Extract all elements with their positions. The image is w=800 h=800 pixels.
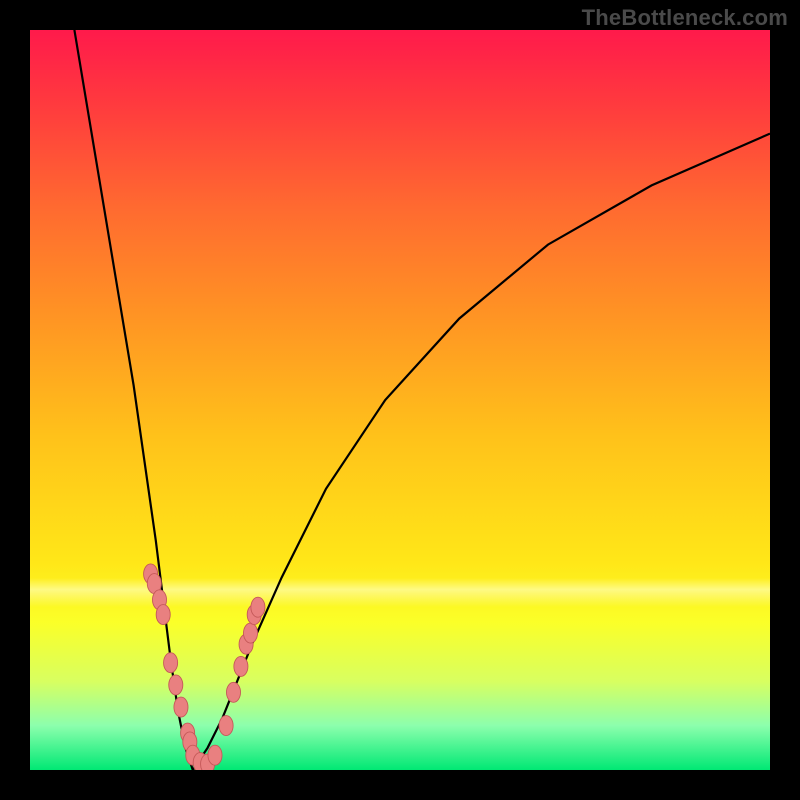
curve-svg [30,30,770,770]
plot-area [30,30,770,770]
data-point-markers [144,564,265,770]
data-point-marker [234,656,248,676]
data-point-marker [156,605,170,625]
data-point-marker [164,653,178,673]
deviation-curve [74,30,770,770]
data-point-marker [174,697,188,717]
data-point-marker [219,716,233,736]
bottleneck-curve [74,30,770,770]
data-point-marker [251,597,265,617]
data-point-marker [226,682,240,702]
chart-frame: TheBottleneck.com [0,0,800,800]
data-point-marker [169,675,183,695]
data-point-marker [243,623,257,643]
watermark-text: TheBottleneck.com [582,5,788,31]
data-point-marker [208,745,222,765]
